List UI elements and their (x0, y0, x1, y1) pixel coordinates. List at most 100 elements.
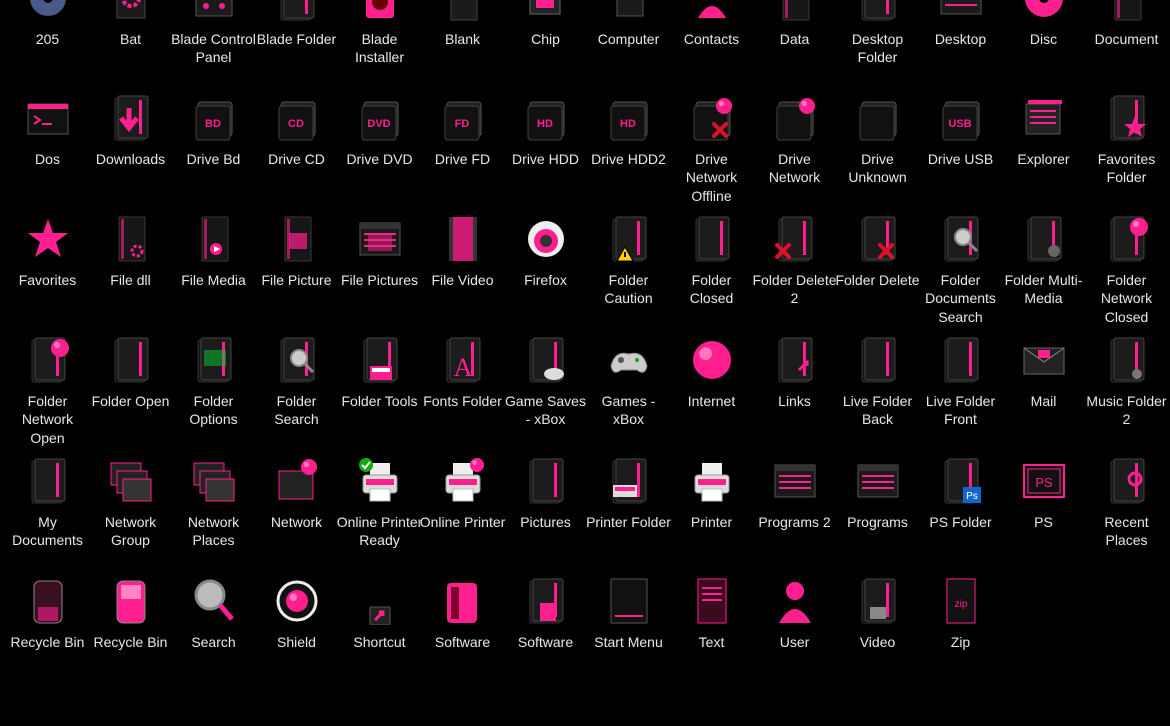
icon-label: Online Printer Ready (336, 514, 423, 549)
printer-folder-icon (607, 457, 651, 505)
icon-label: Drive HDD2 (591, 151, 666, 167)
icon-label: Search (191, 634, 236, 650)
computer-icon (607, 0, 651, 22)
icon-label: Network Places (187, 514, 240, 549)
desktop-folder-icon (856, 0, 900, 22)
recycle-bin-full-icon (109, 577, 153, 625)
desktop-icon-item[interactable]: Video (836, 578, 919, 726)
icon-label: Folder Tools (341, 393, 418, 409)
svg-text:HD: HD (620, 118, 636, 130)
icon-label: Data (779, 31, 810, 47)
svg-text:FD: FD (455, 118, 470, 130)
shortcut-icon (358, 577, 402, 625)
magnifier-icon (192, 577, 236, 625)
software-box-icon (441, 577, 485, 625)
icon-label: Favorites Folder (1097, 151, 1156, 186)
desktop-icon-item[interactable]: Software (421, 583, 504, 726)
desktop-icon-item[interactable]: Recent Places (1085, 458, 1168, 605)
printer-icon (690, 457, 734, 505)
icon-label: User (779, 634, 810, 650)
icon-label: Drive CD (268, 151, 325, 167)
folder-delete2-icon (773, 215, 817, 263)
icon-label: Network Group (104, 514, 157, 549)
folder-open-icon (109, 336, 153, 384)
svg-text:Ps: Ps (966, 491, 978, 502)
drive-fd-icon: FD (441, 94, 485, 142)
explorer-icon (1022, 94, 1066, 142)
icon-label: Text (698, 634, 725, 650)
folder-caution-icon (607, 215, 651, 263)
terminal-icon (26, 94, 70, 142)
drive-bd-icon: BD (192, 94, 236, 142)
icon-label: File dll (110, 272, 151, 288)
icon-label: Firefox (524, 272, 567, 288)
icon-label: Computer (597, 31, 660, 47)
desktop-icon (939, 0, 983, 22)
icon-label: Drive DVD (346, 151, 413, 167)
icon-label: Blank (444, 31, 481, 47)
drive-dvd-icon: DVD (358, 94, 402, 142)
icon-label: File Picture (261, 272, 332, 288)
desktop-icon-item[interactable]: Recycle Bin (89, 580, 172, 726)
desktop-icon-item[interactable]: zip Zip (919, 578, 1002, 726)
icon-label: Start Menu (594, 634, 663, 650)
gamepad-icon (607, 336, 651, 384)
icon-label: Drive Bd (186, 151, 241, 167)
icon-label: Folder Caution (604, 272, 653, 307)
desktop-icon-item[interactable]: Shield (255, 580, 338, 726)
folder-closed-icon (690, 215, 734, 263)
disc-icon (1022, 0, 1066, 22)
favorites-folder-icon (1105, 94, 1149, 142)
svg-text:PS: PS (1035, 475, 1053, 490)
icon-label: Document (1094, 31, 1159, 47)
desktop-icon-item[interactable]: Text (670, 578, 753, 726)
icon-label: Recycle Bin (10, 634, 85, 650)
icon-label: Shortcut (353, 634, 406, 650)
drive-hdd2-icon: HD (607, 94, 651, 142)
video-folder-icon (856, 577, 900, 625)
desktop-icon-item[interactable]: Start Menu (587, 578, 670, 726)
desktop-icon-item[interactable]: Recycle Bin (6, 580, 89, 726)
icon-label: Folder Closed (689, 272, 734, 307)
icon-label: Folder Search (274, 393, 319, 428)
icon-label: Network (270, 514, 323, 530)
folder-options-icon (192, 336, 236, 384)
svg-text:A: A (454, 353, 473, 382)
desktop-icon-item[interactable]: User (753, 582, 836, 726)
desktop-icon-item[interactable]: Shortcut (338, 605, 421, 726)
installer-icon (358, 0, 402, 22)
icon-label: Printer (690, 514, 733, 530)
drive-unknown-icon (856, 94, 900, 142)
desktop-icon-item[interactable]: Search (172, 579, 255, 726)
icon-row: Dos Downloads BD Drive Bd CD Drive CD DVD D… (6, 95, 1166, 242)
software-folder-icon (524, 577, 568, 625)
icon-label: Fonts Folder (423, 393, 502, 409)
my-documents-icon (26, 457, 70, 505)
recent-places-icon (1105, 457, 1149, 505)
icon-label: Bat (119, 31, 141, 47)
desktop-icon-item[interactable]: PS PS (1002, 464, 1085, 605)
network-group-icon (109, 457, 153, 505)
pictures-window-icon (358, 215, 402, 263)
icon-label: Live Folder Back (842, 393, 913, 428)
icon-label: Desktop Folder (851, 31, 904, 66)
icon-label: Drive FD (434, 151, 491, 167)
gear-file-icon (109, 0, 153, 22)
icon-label: Drive Unknown (848, 151, 907, 186)
icon-label: Online Printer (419, 514, 506, 530)
document-icon (1105, 0, 1149, 22)
icon-label: Game Saves - xBox (505, 393, 586, 428)
icon-label: File Pictures (340, 272, 419, 288)
icon-label: Software (517, 634, 574, 650)
ps-folder-icon: Ps (939, 457, 983, 505)
icon-label: Pictures (520, 514, 571, 530)
icon-label: Drive USB (927, 151, 994, 167)
svg-text:BD: BD (205, 118, 221, 130)
icon-label: Folder Delete (835, 272, 920, 288)
folder-multimedia-icon (1022, 215, 1066, 263)
desktop-icon-item[interactable]: Software (504, 578, 587, 726)
icon-row: My Documents Network Group Network Places N… (6, 458, 1168, 605)
video-file-icon (441, 215, 485, 263)
icon-label: Music Folder 2 (1086, 393, 1167, 428)
icon-label: Folder Documents Search (925, 272, 996, 325)
